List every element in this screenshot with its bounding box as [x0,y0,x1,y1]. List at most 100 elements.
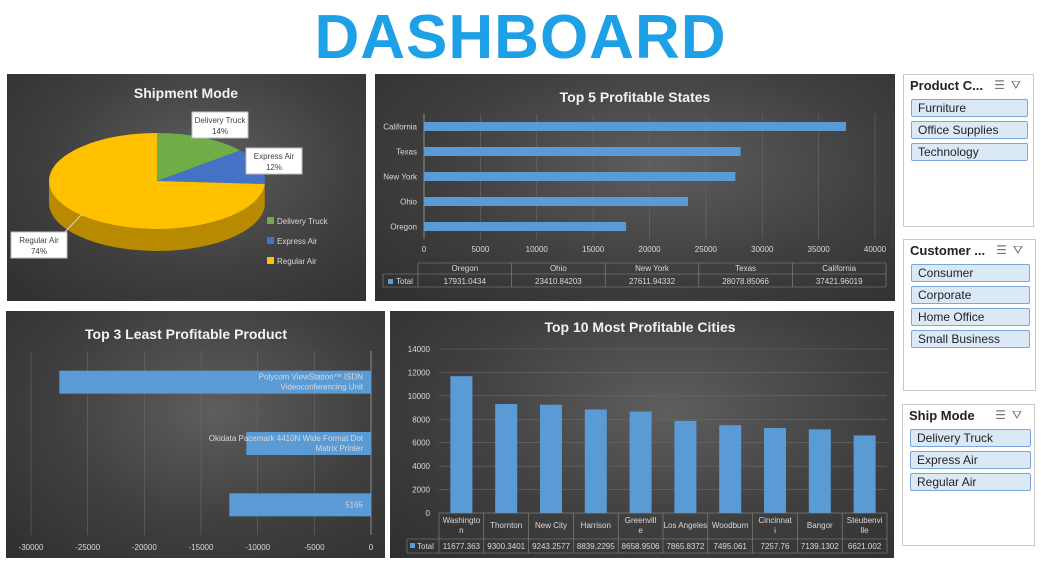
table-header: Harrison [581,521,611,530]
top-states-chart[interactable]: Top 5 Profitable States 0 5000 10000 15000 20… [375,74,895,301]
x-tick-label: 10000 [526,245,549,254]
top-cities-chart[interactable]: Top 10 Most Profitable Cities 0 2000 4000 60… [390,311,894,558]
data-label-value: 12% [266,163,282,172]
table-cell: 7139.1302 [801,542,839,551]
clear-filter-icon[interactable]: ⛛ [1012,408,1028,422]
chart-title: Top 10 Most Profitable Cities [544,319,735,335]
x-tick-label: -5000 [304,543,325,552]
x-tick-label: -10000 [245,543,270,552]
x-tick-label: 25000 [695,245,718,254]
bar [450,376,473,513]
table-cell: 8839.2295 [577,542,615,551]
slicer-item[interactable]: Technology [911,143,1028,161]
y-tick-label: Texas [396,148,417,157]
slicer-item[interactable]: Home Office [911,308,1030,326]
data-label-category: Express Air [254,152,295,161]
table-header: Thornton [490,521,522,530]
y-tick-label: 6000 [412,439,430,448]
y-tick-label: Oregon [390,223,417,232]
y-tick-label: 8000 [412,415,430,424]
y-tick-label: 2000 [412,486,430,495]
x-tick-label: 0 [369,543,374,552]
table-header: California [822,264,856,273]
legend-label: Total [417,542,434,551]
chart-title: Top 3 Least Profitable Product [85,326,287,342]
bar [719,425,742,513]
slicer-ship-mode[interactable]: Ship Mode ☰⛛ Delivery Truck Express Air … [902,404,1035,546]
legend-label: Delivery Truck [277,217,329,226]
bar [424,172,736,181]
table-cell: 11677.363 [443,542,481,551]
slicer-product-category[interactable]: Product C... ☰⛛ Furniture Office Supplie… [903,74,1034,227]
legend-label: Express Air [277,237,318,246]
x-tick-label: 20000 [638,245,661,254]
slicer-item[interactable]: Consumer [911,264,1030,282]
data-label-value: 74% [31,247,47,256]
slicer-item[interactable]: Small Business [911,330,1030,348]
multi-select-icon[interactable]: ☰ [994,78,1011,92]
table-header: New York [635,264,670,273]
slicer-item[interactable]: Office Supplies [911,121,1028,139]
table-header: Greenvill e [625,516,657,535]
table-cell: 27611.94332 [629,277,676,286]
table-header: Woodburn [712,521,749,530]
slicer-item[interactable]: Regular Air [910,473,1031,491]
bar [495,404,518,513]
slicer-item[interactable]: Express Air [910,451,1031,469]
table-cell: 23410.84203 [535,277,582,286]
multi-select-icon[interactable]: ☰ [995,408,1012,422]
bar [424,122,846,131]
y-tick-label: 12000 [408,368,431,377]
table-header: Los Angeles [664,521,708,530]
table-header: Cincinnat i [758,516,792,535]
dashboard-title: DASHBOARD [314,3,727,72]
bar [808,429,831,513]
chart-title: Shipment Mode [134,85,238,101]
shipment-mode-chart[interactable]: Shipment Mode Delivery Truck 14% Express Ai… [7,74,366,301]
top-cities-svg: Top 10 Most Profitable Cities 0 2000 4000 60… [406,319,888,554]
slicer-title: Product C... [910,78,983,93]
y-tick-label: 0 [426,509,431,518]
x-tick-label: -25000 [75,543,100,552]
chart-title: Top 5 Profitable States [560,89,711,105]
table-cell: 9300.3401 [487,542,525,551]
bar [424,197,688,206]
legend-swatch [267,217,274,224]
clear-filter-icon[interactable]: ⛛ [1011,78,1027,92]
x-tick-label: -15000 [189,543,214,552]
table-cell: 17931.0434 [444,277,487,286]
slicer-item[interactable]: Delivery Truck [910,429,1031,447]
x-tick-label: 30000 [751,245,774,254]
y-tick-label: California [383,123,417,132]
y-tick-label: New York [383,173,418,182]
least-profitable-chart[interactable]: Top 3 Least Profitable Product -30000 -250… [6,311,385,558]
y-tick-label: Ohio [400,198,417,207]
data-label: Express Air 12% [245,147,303,175]
legend-swatch [410,543,415,548]
data-label: Regular Air 74% [10,231,68,259]
data-label-category: Regular Air [19,236,59,245]
x-tick-label: -20000 [132,543,157,552]
bar [629,411,652,513]
slicer-title: Customer ... [910,243,986,258]
least-profitable-svg: Top 3 Least Profitable Product -30000 -250… [19,326,374,552]
table-cell: 7865.8372 [666,542,704,551]
slicer-customer-segment[interactable]: Customer ... ☰⛛ Consumer Corporate Home … [903,239,1036,391]
category-label: 5165 [345,500,363,509]
table-header: Oregon [451,264,478,273]
slicer-title: Ship Mode [909,408,975,423]
slicer-item[interactable]: Corporate [911,286,1030,304]
x-tick-label: 40000 [864,245,887,254]
legend-swatch [267,257,274,264]
table-header: New City [535,521,567,530]
multi-select-icon[interactable]: ☰ [996,243,1013,257]
data-label-value: 14% [212,127,228,136]
bar [584,409,607,513]
table-cell: 9243.2577 [532,542,570,551]
table-cell: 6621.002 [848,542,882,551]
table-header: Bangor [807,521,833,530]
table-cell: 28078.85066 [722,277,769,286]
x-tick-label: 15000 [582,245,605,254]
slicer-item[interactable]: Furniture [911,99,1028,117]
clear-filter-icon[interactable]: ⛛ [1013,243,1029,257]
